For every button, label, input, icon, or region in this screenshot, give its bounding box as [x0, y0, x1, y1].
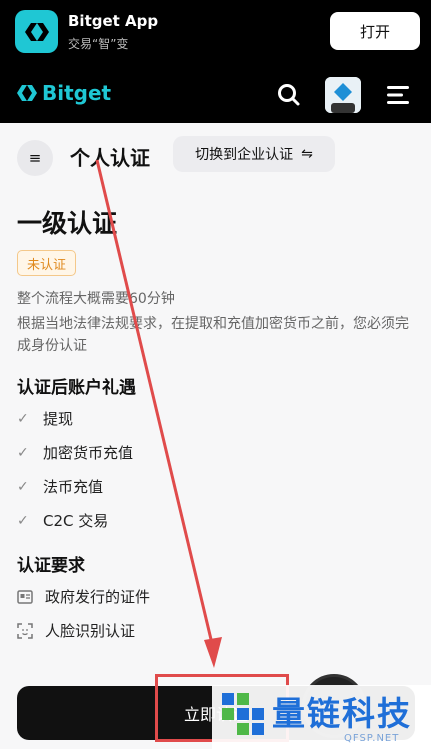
benefit-item: ✓ 加密货币充值: [17, 442, 133, 463]
check-icon: ✓: [17, 512, 29, 529]
bitget-app-icon: [15, 10, 58, 53]
check-icon: ✓: [17, 478, 29, 495]
watermark-url: QFSP.NET: [344, 733, 400, 744]
avatar[interactable]: [325, 77, 361, 113]
face-scan-icon: [17, 622, 33, 639]
sidebar-toggle-icon[interactable]: ≡: [17, 140, 53, 176]
check-icon: ✓: [17, 410, 29, 427]
app-name: Bitget App: [68, 12, 159, 30]
bitget-logo[interactable]: Bitget: [16, 81, 111, 105]
benefit-item: ✓ 提现: [17, 408, 73, 429]
level-title: 一级认证: [17, 209, 118, 238]
switch-label: 切换到企业认证: [195, 147, 294, 163]
swap-arrows-icon: ⇋: [301, 146, 313, 162]
benefits-title: 认证后账户礼遇: [17, 378, 136, 398]
requirements-title: 认证要求: [17, 556, 85, 576]
status-badge: 未认证: [17, 250, 77, 276]
page-title: 个人认证: [70, 146, 150, 170]
bitget-logo-icon: [17, 85, 37, 101]
description-text: 根据当地法律法规要求，在提取和充值加密货币之前，您必须完成身份认证: [17, 316, 409, 354]
requirement-label: 政府发行的证件: [45, 588, 151, 606]
requirement-item: 政府发行的证件: [17, 586, 150, 607]
benefit-item: ✓ C2C 交易: [17, 510, 108, 531]
watermark-text: 量链科技: [272, 694, 412, 733]
benefit-label: 加密货币充值: [43, 444, 134, 462]
watermark: 量链科技 QFSP.NET: [212, 685, 431, 749]
site-header: Bitget: [0, 67, 431, 123]
menu-icon[interactable]: [385, 83, 411, 107]
duration-text: 整个流程大概需要60分钟: [17, 291, 175, 307]
benefit-item: ✓ 法币充值: [17, 476, 103, 497]
watermark-logo-icon: [222, 693, 264, 735]
open-app-button[interactable]: 打开: [330, 12, 420, 50]
check-icon: ✓: [17, 444, 29, 461]
switch-to-business-button[interactable]: 切换到企业认证 ⇋: [173, 136, 335, 172]
title-row: ≡ 个人认证 切换到企业认证 ⇋: [0, 123, 431, 181]
benefit-label: C2C 交易: [43, 512, 109, 530]
benefit-label: 法币充值: [43, 478, 104, 496]
app-install-banner: Bitget App 交易“智”变 打开: [0, 0, 431, 67]
app-subtitle: 交易“智”变: [68, 37, 129, 51]
requirement-label: 人脸识别认证: [45, 622, 136, 640]
benefit-label: 提现: [43, 410, 74, 428]
logo-text: Bitget: [42, 81, 112, 105]
search-icon[interactable]: [276, 82, 302, 108]
requirement-item: 人脸识别认证: [17, 620, 135, 641]
id-card-icon: [17, 589, 33, 604]
